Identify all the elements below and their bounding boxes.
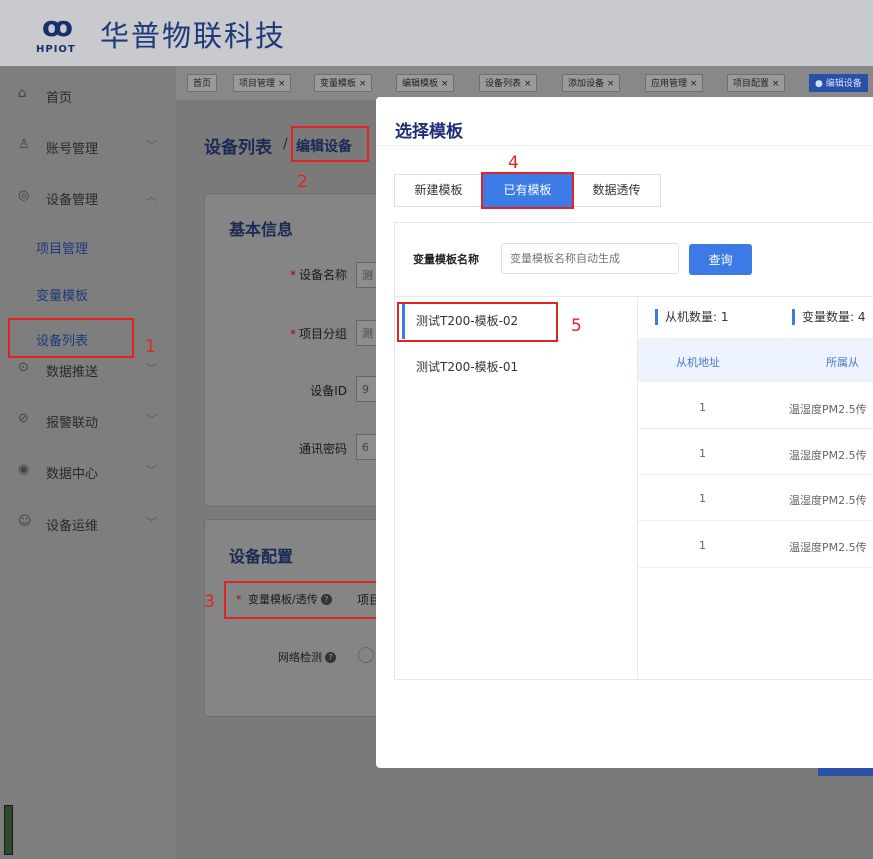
basic-info-title: 基本信息 <box>229 220 294 239</box>
device-icon: ◎ <box>18 188 30 203</box>
confirm-button-edge[interactable] <box>818 768 873 776</box>
sidebar-item-label: 设备管理 <box>46 193 99 208</box>
variable-count: 变量数量: 4 <box>792 309 866 325</box>
sidebar-item-data-center[interactable]: ◉ 数据中心 ﹀ <box>0 450 176 494</box>
network-check-label: 网络检测? <box>278 649 336 665</box>
annotation-number-5: 5 <box>571 316 582 336</box>
table-cell: 1 <box>699 492 706 505</box>
sidebar: ⌂ 首页 ♙ 账号管理 ﹀ ◎ 设备管理 ︿ 项目管理 变量模板 设备列表 ⊙ … <box>0 66 176 859</box>
chevron-up-icon: ︿ <box>146 190 157 203</box>
panel-divider <box>394 296 873 297</box>
page-title: 设备列表 <box>204 138 272 158</box>
tabs-bar: 首页 项目管理 × 变量模板 × 编辑模板 × 设备列表 × 添加设备 × 应用… <box>176 66 873 100</box>
tab-project-config[interactable]: 项目配置 × <box>727 74 786 92</box>
tab-edit-template[interactable]: 编辑模板 × <box>396 74 455 92</box>
sidebar-item-label: 报警联动 <box>46 416 99 431</box>
hpiot-logo: ꝏ HPIOT <box>30 10 90 60</box>
table-cell: 温湿度PM2.5传 <box>789 403 867 416</box>
annotation-box-4 <box>481 172 574 209</box>
tab-edit-device[interactable]: ● 编辑设备 <box>809 74 868 92</box>
sidebar-item-label: 设备运维 <box>46 519 99 534</box>
row-divider <box>638 567 873 568</box>
table-cell: 1 <box>699 401 706 414</box>
modal-divider <box>376 145 873 146</box>
chevron-down-icon: ﹀ <box>146 413 157 426</box>
sidebar-item-device-management[interactable]: ◎ 设备管理 ︿ <box>0 176 176 220</box>
sidebar-item-label: 数据中心 <box>46 467 99 482</box>
annotation-number-2: 2 <box>297 172 308 192</box>
annotation-box-1 <box>8 318 134 358</box>
sidebar-item-home[interactable]: ⌂ 首页 <box>0 74 176 118</box>
device-config-title: 设备配置 <box>229 547 294 566</box>
scrollbar-thumb[interactable] <box>4 805 13 855</box>
annotation-number-4: 4 <box>508 153 519 173</box>
brand-title: 华普物联科技 <box>100 19 287 53</box>
annotation-box-5 <box>397 302 558 342</box>
tab-var-template[interactable]: 变量模板 × <box>314 74 373 92</box>
annotation-number-3: 3 <box>204 592 215 612</box>
slave-count: 从机数量: 1 <box>655 309 729 325</box>
data-icon: ◉ <box>18 462 30 477</box>
chevron-down-icon: ﹀ <box>146 516 157 529</box>
template-name-input[interactable] <box>501 243 679 274</box>
user-icon: ♙ <box>18 137 30 152</box>
table-cell: 温湿度PM2.5传 <box>789 449 867 462</box>
push-icon: ⊙ <box>18 360 29 375</box>
sidebar-item-alarm[interactable]: ⊘ 报警联动 ﹀ <box>0 399 176 443</box>
sidebar-item-label: 首页 <box>46 91 73 106</box>
tab-device-list[interactable]: 设备列表 × <box>479 74 538 92</box>
tab-home[interactable]: 首页 <box>187 74 218 92</box>
logo-text: HPIOT <box>36 44 76 55</box>
home-icon: ⌂ <box>18 86 27 101</box>
query-button[interactable]: 查询 <box>689 244 752 275</box>
device-name-label: * 设备名称 <box>289 268 347 282</box>
column-header-slave: 所属从 <box>826 356 859 369</box>
template-list-item[interactable]: 测试T200-模板-01 <box>402 349 632 385</box>
table-cell: 1 <box>699 447 706 460</box>
annotation-box-2 <box>291 126 369 162</box>
sidebar-item-account[interactable]: ♙ 账号管理 ﹀ <box>0 125 176 169</box>
password-label: 通讯密码 <box>298 442 347 456</box>
device-id-label: 设备ID <box>310 384 347 398</box>
chevron-down-icon: ﹀ <box>146 464 157 477</box>
logo-mark-icon: ꝏ <box>42 10 73 43</box>
chevron-down-icon: ﹀ <box>146 362 157 375</box>
chevron-down-icon: ﹀ <box>146 139 157 152</box>
search-label: 变量模板名称 <box>413 253 479 266</box>
sidebar-item-ops[interactable]: ☺ 设备运维 ﹀ <box>0 502 176 546</box>
column-header-slave-address: 从机地址 <box>676 356 720 369</box>
table-cell: 温湿度PM2.5传 <box>789 494 867 507</box>
row-divider <box>638 520 873 521</box>
network-check-radio[interactable] <box>358 647 374 663</box>
table-cell: 温湿度PM2.5传 <box>789 541 867 554</box>
row-divider <box>638 474 873 475</box>
sidebar-item-label: 数据推送 <box>46 365 99 380</box>
tab-add-device[interactable]: 添加设备 × <box>562 74 621 92</box>
segment-data-passthrough[interactable]: 数据透传 <box>572 174 661 207</box>
annotation-number-1: 1 <box>145 337 156 357</box>
sidebar-subitem-project[interactable]: 项目管理 <box>36 238 88 257</box>
help-icon: ? <box>325 652 336 663</box>
alarm-icon: ⊘ <box>18 411 29 426</box>
ops-icon: ☺ <box>18 514 32 529</box>
table-cell: 1 <box>699 539 706 552</box>
tab-app-management[interactable]: 应用管理 × <box>645 74 704 92</box>
row-divider <box>638 428 873 429</box>
tab-project-management[interactable]: 项目管理 × <box>233 74 292 92</box>
segment-new-template[interactable]: 新建模板 <box>394 174 483 207</box>
breadcrumb-separator: / <box>283 136 288 152</box>
project-group-label: * 项目分组 <box>289 327 347 341</box>
sidebar-subitem-var-template[interactable]: 变量模板 <box>36 285 88 304</box>
modal-title: 选择模板 <box>395 122 463 142</box>
sidebar-item-label: 账号管理 <box>46 142 99 157</box>
